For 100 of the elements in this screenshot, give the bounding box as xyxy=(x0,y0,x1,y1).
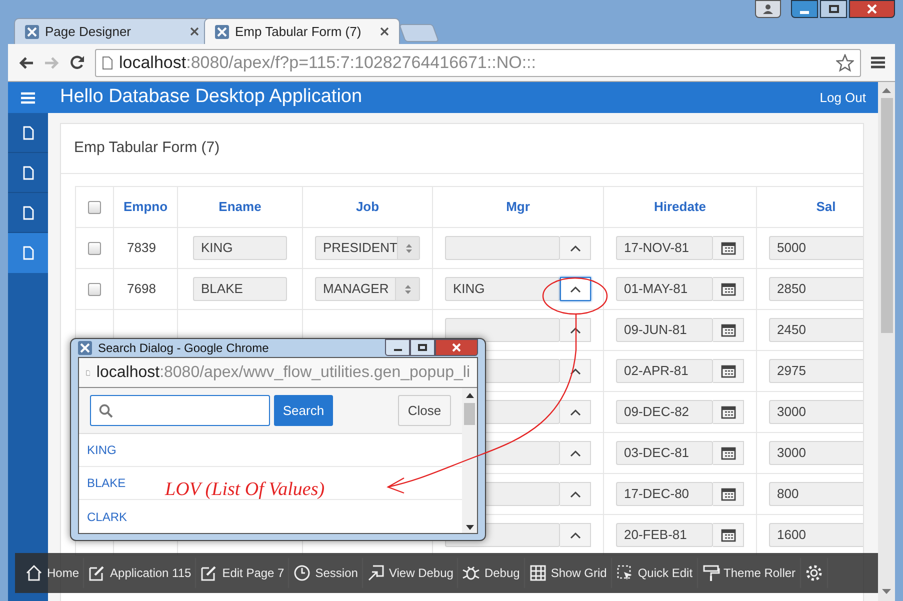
menu-icon[interactable] xyxy=(871,56,885,69)
close-button[interactable] xyxy=(849,0,895,18)
checkbox[interactable] xyxy=(88,200,101,214)
calendar-button[interactable] xyxy=(713,236,744,260)
text-field[interactable]: BLAKE xyxy=(193,277,287,301)
text-field[interactable]: 1600 xyxy=(769,523,863,547)
select-field[interactable]: PRESIDENT xyxy=(315,236,420,260)
tab-title: Emp Tabular Form (7) xyxy=(235,22,362,41)
minimize-button[interactable] xyxy=(791,0,818,18)
scroll-up-icon[interactable] xyxy=(466,393,474,398)
maximize-button[interactable] xyxy=(410,339,435,356)
calendar-button[interactable] xyxy=(713,523,744,547)
calendar-button[interactable] xyxy=(713,277,744,301)
url-text: localhost:8080/apex/wwv_flow_utilities.gen_popup_li xyxy=(96,362,470,382)
date-field[interactable]: 02-APR-81 xyxy=(616,359,713,383)
calendar-button[interactable] xyxy=(713,400,744,424)
date-field[interactable]: 17-NOV-81 xyxy=(616,236,713,260)
toolbar-button[interactable]: Quick Edit xyxy=(612,558,698,588)
text-field[interactable]: 2850 xyxy=(769,277,863,301)
caret-up-icon xyxy=(570,368,581,374)
table-cell-text: 7839 xyxy=(127,239,156,258)
scroll-thumb[interactable] xyxy=(464,403,475,425)
toolbar-button[interactable]: Home xyxy=(21,558,84,588)
column-header[interactable]: Empno xyxy=(123,197,168,217)
scroll-down-icon[interactable] xyxy=(466,525,474,530)
lov-field[interactable] xyxy=(445,318,560,342)
toolbar-button[interactable]: Debug xyxy=(458,558,525,588)
calendar-button[interactable] xyxy=(713,441,744,465)
calendar-button[interactable] xyxy=(713,359,744,383)
calendar-icon xyxy=(720,282,736,296)
search-button[interactable]: Search xyxy=(274,395,333,426)
scrollbar[interactable] xyxy=(462,388,477,533)
toolbar-button[interactable]: Show Grid xyxy=(524,558,612,588)
lov-item[interactable]: KING xyxy=(87,441,116,459)
cursor-icon xyxy=(616,564,634,582)
page-icon xyxy=(22,166,34,180)
browser-tab[interactable]: Emp Tabular Form (7) xyxy=(204,18,400,44)
lov-field[interactable]: KING xyxy=(445,277,560,301)
text-field[interactable]: KING xyxy=(193,236,287,260)
close-icon xyxy=(452,343,461,352)
text-field[interactable]: 2450 xyxy=(769,318,863,342)
text-field[interactable]: 2975 xyxy=(769,359,863,383)
text-field[interactable]: 800 xyxy=(769,482,863,506)
lov-button[interactable] xyxy=(560,277,591,301)
back-icon[interactable] xyxy=(18,56,34,70)
column-header[interactable]: Job xyxy=(356,197,380,217)
scrollbar[interactable] xyxy=(878,82,895,601)
search-field[interactable] xyxy=(90,395,270,426)
toolbar-button[interactable]: Theme Roller xyxy=(698,558,801,588)
user-icon[interactable] xyxy=(755,0,781,18)
caret-up-icon xyxy=(570,408,581,416)
page-icon xyxy=(22,246,34,260)
column-header[interactable]: Hiredate xyxy=(654,197,706,217)
date-field[interactable]: 01-MAY-81 xyxy=(616,277,713,301)
reload-icon[interactable] xyxy=(70,55,85,70)
column-header[interactable]: Ename xyxy=(218,197,262,217)
minimize-button[interactable] xyxy=(385,339,410,356)
annotation-text: LOV (List Of Values) xyxy=(165,478,325,502)
column-header[interactable]: Sal xyxy=(816,197,836,217)
logout-link[interactable]: Log Out xyxy=(820,88,866,108)
close-button[interactable] xyxy=(435,339,478,356)
bug-icon xyxy=(462,564,480,582)
address-field[interactable]: localhost:8080/apex/wwv_flow_utilities.gen_popup_li xyxy=(79,358,477,388)
app-title: Hello Database Desktop Application xyxy=(60,85,362,110)
text-field[interactable]: 3000 xyxy=(769,400,863,424)
toolbar-button[interactable]: View Debug xyxy=(362,558,458,588)
checkbox[interactable] xyxy=(88,282,101,296)
date-field[interactable]: 20-FEB-81 xyxy=(616,523,713,547)
close-button[interactable]: Close xyxy=(398,395,451,426)
scroll-thumb[interactable] xyxy=(880,98,892,333)
nav-item[interactable] xyxy=(8,233,48,273)
caret-up-icon xyxy=(570,326,581,334)
tab-logo-icon xyxy=(215,24,229,38)
toolbar-button[interactable]: Application 115 xyxy=(84,558,196,588)
text-field[interactable]: 3000 xyxy=(769,441,863,465)
calendar-icon xyxy=(720,405,736,419)
select-field[interactable]: MANAGER xyxy=(315,277,420,301)
lov-item[interactable]: CLARK xyxy=(87,508,128,526)
date-field[interactable]: 09-DEC-82 xyxy=(616,400,713,424)
date-field[interactable]: 09-JUN-81 xyxy=(616,318,713,342)
spinner-icon xyxy=(404,284,410,294)
star-icon[interactable] xyxy=(836,54,854,72)
text-field[interactable]: 5000 xyxy=(769,236,863,260)
date-field[interactable]: 03-DEC-81 xyxy=(616,441,713,465)
toolbar-button[interactable]: Session xyxy=(289,558,363,588)
search-icon xyxy=(99,404,113,418)
address-field[interactable]: localhost:8080/apex/f?p=115:7:10282764416671::NO::: xyxy=(95,48,861,76)
lov-field[interactable] xyxy=(445,236,560,260)
maximize-button[interactable] xyxy=(820,0,847,18)
checkbox[interactable] xyxy=(88,242,101,254)
calendar-button[interactable] xyxy=(713,482,744,506)
date-field[interactable]: 17-DEC-80 xyxy=(616,482,713,506)
lov-item[interactable]: BLAKE xyxy=(87,474,126,492)
close-icon[interactable] xyxy=(380,27,389,36)
close-icon[interactable] xyxy=(190,27,199,36)
highlight-ellipse xyxy=(542,277,608,315)
column-header[interactable]: Mgr xyxy=(506,197,530,217)
toolbar-button[interactable]: Edit Page 7 xyxy=(196,558,290,588)
calendar-button[interactable] xyxy=(713,318,744,342)
edit-icon xyxy=(200,564,218,582)
